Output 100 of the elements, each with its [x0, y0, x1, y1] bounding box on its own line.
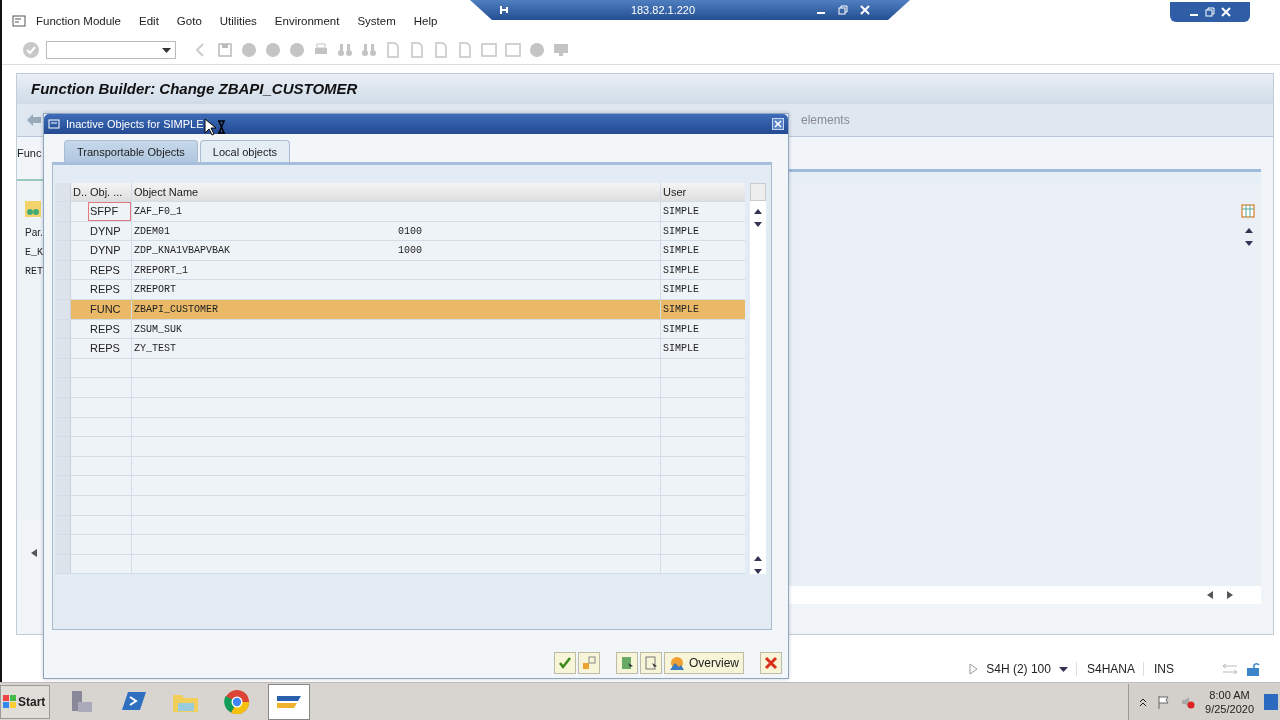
row-selector[interactable] — [55, 183, 71, 201]
chevron-up-icon[interactable] — [1139, 697, 1148, 706]
table-cell: DYNP — [88, 221, 132, 241]
page-icon[interactable] — [432, 41, 450, 59]
table-cell-text: SIMPLE — [662, 302, 700, 317]
tab[interactable]: Transportable Objects — [64, 140, 198, 162]
row-selector[interactable] — [55, 202, 71, 221]
table-cell-text: ZDEM01 — [133, 224, 171, 239]
menu-item[interactable]: Help — [413, 15, 438, 27]
column-settings-button[interactable] — [750, 183, 766, 201]
menu-item[interactable]: Goto — [176, 15, 202, 27]
command-field[interactable] — [46, 41, 176, 59]
circle-icon[interactable] — [264, 41, 282, 59]
scroll-left-icon[interactable] — [1207, 591, 1213, 599]
transfer-button[interactable] — [578, 652, 600, 674]
table-settings-icon[interactable] — [1241, 204, 1255, 218]
clock[interactable]: 8:00 AM 9/25/2020 — [1205, 687, 1254, 716]
cancel-button[interactable] — [760, 652, 782, 674]
window-icon[interactable] — [480, 41, 498, 59]
column-header[interactable]: Obj. ... — [88, 183, 132, 201]
page-icon[interactable] — [408, 41, 426, 59]
column-header[interactable]: Object Name — [132, 183, 396, 201]
menu-item[interactable]: Environment — [274, 15, 340, 27]
monitor-icon[interactable] — [552, 41, 570, 59]
confirm-button[interactable] — [554, 652, 576, 674]
input-mode: INS — [1143, 662, 1174, 676]
table-cell-text: SIMPLE — [662, 283, 700, 298]
table-cell-text: ZDP_KNA1VBAPVBAK — [133, 244, 231, 259]
dropdown-icon[interactable] — [162, 47, 171, 53]
row-selector[interactable] — [55, 280, 71, 299]
vertical-scrollbar[interactable] — [1245, 228, 1253, 246]
scroll-left-icon[interactable] — [31, 549, 37, 557]
column-header[interactable]: User — [661, 183, 746, 201]
deselect-button[interactable] — [640, 652, 662, 674]
column-header[interactable]: D.. — [71, 183, 88, 201]
system-info[interactable]: S4H (2) 100 — [986, 662, 1051, 676]
select-icon — [619, 655, 635, 671]
scroll-up-icon[interactable] — [754, 209, 762, 214]
row-selector[interactable] — [55, 339, 71, 358]
help-icon[interactable] — [528, 41, 546, 59]
pin-icon[interactable] — [500, 5, 510, 15]
start-button[interactable]: Start — [0, 684, 50, 719]
close-icon[interactable] — [772, 118, 784, 130]
scroll-up-icon[interactable] — [754, 556, 762, 561]
column-header: Par. — [25, 226, 44, 240]
table-cell: SFPF — [88, 202, 132, 221]
menu-item[interactable]: Utilities — [219, 15, 257, 27]
show-desktop-icon[interactable] — [1264, 693, 1278, 710]
page-icon[interactable] — [384, 41, 402, 59]
row-selector[interactable] — [55, 476, 71, 495]
restore-icon[interactable] — [838, 5, 848, 15]
cancel-icon — [763, 655, 779, 671]
row-selector[interactable] — [55, 378, 71, 397]
menu-item[interactable]: System — [357, 15, 396, 27]
window-icon[interactable] — [504, 41, 522, 59]
table-cell: REPS — [88, 260, 132, 280]
play-icon[interactable] — [969, 663, 979, 675]
check-icon[interactable] — [22, 41, 40, 59]
clock-time: 8:00 AM — [1209, 687, 1250, 702]
windows-logo-icon — [3, 695, 16, 708]
flag-icon[interactable] — [1157, 694, 1172, 709]
table-cell: REPS — [88, 319, 132, 339]
unlock-icon[interactable] — [1246, 662, 1260, 676]
scroll-right-icon[interactable] — [1227, 591, 1233, 599]
table-cell-text: ZAF_F0_1 — [133, 205, 183, 219]
taskbar-app[interactable] — [268, 683, 310, 720]
scroll-up-icon[interactable] — [1245, 228, 1253, 233]
save-icon[interactable] — [216, 41, 234, 59]
layout-icon[interactable] — [1222, 663, 1238, 675]
back-arrow-icon[interactable] — [27, 114, 41, 126]
menu-icon[interactable] — [12, 15, 26, 27]
dialog-title: Inactive Objects for SIMPLE — [66, 118, 204, 130]
menu-item[interactable]: Function Module — [36, 15, 122, 27]
row-selector[interactable] — [55, 437, 71, 456]
page-icon[interactable] — [456, 41, 474, 59]
scroll-down-icon[interactable] — [754, 569, 762, 574]
table-cell: 1000 — [396, 241, 661, 260]
menu-item[interactable]: Edit — [139, 15, 159, 27]
scroll-down-icon[interactable] — [754, 222, 762, 227]
close-icon[interactable] — [1219, 5, 1233, 19]
selected-row[interactable]: FUNC ZBAPI_CUSTOMER SIMPLE — [55, 299, 745, 320]
window-icon — [48, 119, 60, 129]
circle-icon[interactable] — [240, 41, 258, 59]
binoculars-icon[interactable] — [25, 201, 41, 217]
vertical-scrollbar[interactable] — [750, 183, 766, 574]
overview-button[interactable]: Overview — [664, 652, 744, 674]
dropdown-icon[interactable] — [1058, 666, 1068, 672]
transfer-icon — [581, 655, 597, 671]
tab[interactable]: Local objects — [199, 140, 291, 162]
scroll-down-icon[interactable] — [1245, 241, 1253, 246]
restore-icon[interactable] — [1203, 5, 1217, 19]
select-button[interactable] — [616, 652, 638, 674]
row-selector[interactable] — [55, 535, 71, 554]
table-cell-text: E_K — [25, 246, 44, 260]
row-selector[interactable] — [55, 241, 71, 260]
cursor-icon — [204, 118, 226, 136]
binoculars-icon[interactable] — [336, 41, 354, 59]
circle-icon[interactable] — [288, 41, 306, 59]
binoculars-icon[interactable] — [360, 41, 378, 59]
speaker-muted-icon[interactable] — [1181, 694, 1196, 709]
